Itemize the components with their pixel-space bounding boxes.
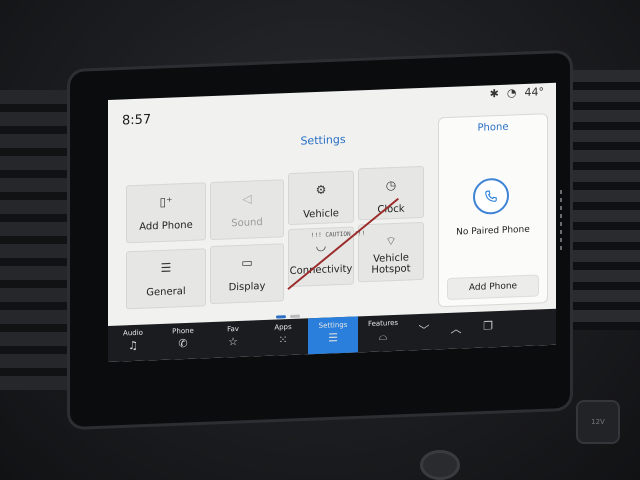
tile-label: Vehicle Hotspot: [371, 252, 411, 276]
phone-icon[interactable]: [473, 177, 509, 215]
right-air-vent: [560, 70, 640, 330]
nav-label: Fav: [227, 324, 239, 334]
chevron-up-icon[interactable]: ︿: [440, 312, 472, 349]
speaker-icon: ◁: [242, 191, 252, 206]
page-title: Settings: [300, 132, 346, 148]
car-icon: ⌓: [378, 329, 388, 343]
nav-label: Audio: [123, 328, 143, 338]
tile-general[interactable]: ☰ General: [126, 248, 206, 310]
apps-grid-icon: ⁙: [278, 333, 288, 347]
wifi-status-icon: ◔: [506, 86, 517, 100]
screen-edge-dots: [560, 190, 562, 250]
tile-label: Display: [228, 280, 266, 294]
clock-icon: ◷: [385, 177, 397, 193]
nav-label: Features: [367, 318, 399, 329]
nav-label: Phone: [172, 326, 194, 336]
tile-clock[interactable]: ◷ Clock: [358, 165, 424, 221]
status-bar: ✱ ◔ 44°: [490, 85, 544, 100]
phone-panel-title: Phone: [477, 121, 509, 134]
windows-icon[interactable]: ❐: [472, 311, 504, 348]
nav-settings[interactable]: Settings ☰: [308, 316, 358, 355]
nav-phone[interactable]: Phone ✆: [158, 322, 208, 360]
add-phone-button[interactable]: Add Phone: [447, 274, 539, 300]
tile-label: General: [146, 286, 186, 299]
nav-fav[interactable]: Fav ☆: [208, 320, 258, 358]
page-dot: [290, 314, 300, 319]
nav-label: Settings: [318, 320, 348, 330]
tile-label: Sound: [231, 217, 263, 230]
vehicle-icon: ⚙: [315, 182, 327, 198]
clock-time: 8:57: [122, 112, 152, 129]
sliders-icon: ☰: [160, 260, 172, 275]
nav-features[interactable]: Features ⌓: [358, 314, 408, 352]
nav-apps[interactable]: Apps ⁙: [258, 318, 308, 356]
sliders-icon: ☰: [328, 331, 338, 345]
phone-icon: ✆: [178, 336, 188, 351]
music-note-icon: ♫: [128, 338, 138, 353]
wifi-icon: ◡: [315, 238, 327, 254]
tile-label: Add Phone: [139, 219, 193, 233]
tile-display[interactable]: ▭ Display: [210, 243, 284, 305]
power-port: 12V: [576, 400, 620, 444]
display-icon: ▭: [241, 255, 253, 270]
tile-label: Connectivity: [289, 263, 353, 278]
bluetooth-icon: ✱: [489, 86, 499, 101]
nav-label: Apps: [274, 322, 292, 332]
tile-add-phone[interactable]: ▯⁺ Add Phone: [126, 182, 206, 244]
phone-status: No Paired Phone: [456, 224, 530, 238]
left-air-vent: [0, 90, 70, 390]
infotainment-screen: 8:57 ✱ ◔ 44° Settings ▯⁺ Add Phone ◁ Sou…: [108, 82, 556, 362]
tile-label: Vehicle: [303, 208, 339, 221]
phone-panel: Phone No Paired Phone Add Phone: [438, 113, 548, 308]
volume-knob[interactable]: [420, 450, 460, 480]
nav-audio[interactable]: Audio ♫: [108, 324, 158, 362]
tile-vehicle[interactable]: ⚙ Vehicle: [288, 170, 354, 226]
add-phone-icon: ▯⁺: [159, 194, 173, 210]
chevron-down-icon[interactable]: ﹀: [408, 313, 440, 350]
tile-sound[interactable]: ◁ Sound: [210, 179, 284, 241]
page-dot-active: [276, 315, 286, 319]
star-icon: ☆: [228, 335, 238, 349]
outside-temperature: 44°: [524, 85, 545, 99]
